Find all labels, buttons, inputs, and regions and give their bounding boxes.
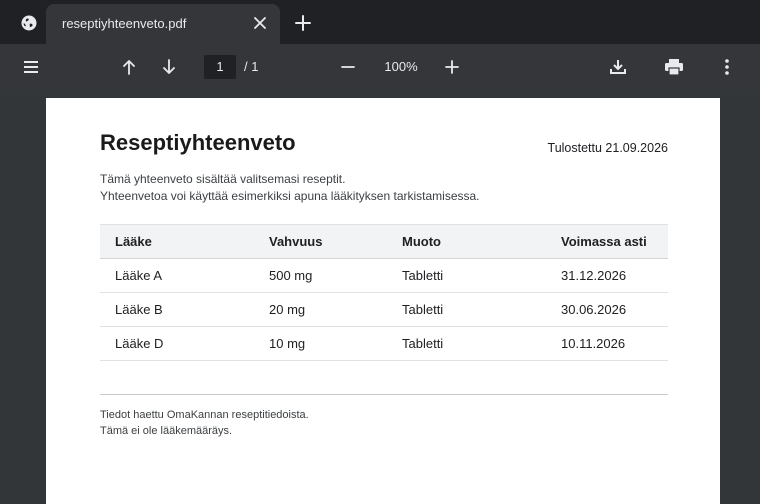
arrow-up-icon xyxy=(123,60,135,75)
medicine-strength: 10 mg xyxy=(254,326,387,361)
footnote-line: Tiedot haettu OmaKannan reseptitiedoista… xyxy=(100,409,309,421)
column-header-strength: Vahvuus xyxy=(254,224,387,259)
arrow-down-icon xyxy=(163,59,175,74)
previous-page-button[interactable] xyxy=(118,56,140,78)
pdf-toolbar: 1 / 1 100% xyxy=(0,44,760,90)
medicine-form: Tabletti xyxy=(387,292,546,327)
globe-icon xyxy=(21,15,37,31)
browser-tab-strip: reseptiyhteenveto.pdf xyxy=(0,0,760,44)
next-page-button[interactable] xyxy=(158,56,180,78)
download-button[interactable] xyxy=(607,56,629,78)
zoom-out-button[interactable] xyxy=(337,56,359,78)
footnote-line: Tämä ei ole lääkemääräys. xyxy=(100,425,233,437)
divider xyxy=(100,394,668,395)
medicine-form: Tabletti xyxy=(387,326,546,361)
table-row: Lääke D 10 mg Tabletti 10.11.2026 xyxy=(100,326,668,361)
table-header-row: Lääke Vahvuus Muoto Voimassa asti xyxy=(100,224,668,259)
medicine-strength: 20 mg xyxy=(254,292,387,327)
column-header-valid-until: Voimassa asti xyxy=(546,224,668,259)
menu-icon xyxy=(24,61,38,73)
table-row: Lääke A 500 mg Tabletti 31.12.2026 xyxy=(100,258,668,293)
zoom-in-button[interactable] xyxy=(441,56,463,78)
medicine-name: Lääke D xyxy=(100,326,254,361)
table-row: Lääke B 20 mg Tabletti 30.06.2026 xyxy=(100,292,668,327)
more-actions-button[interactable] xyxy=(716,56,738,78)
browser-tab[interactable]: reseptiyhteenveto.pdf xyxy=(46,4,280,44)
close-icon[interactable] xyxy=(252,15,268,31)
valid-until-date: 30.06.2026 xyxy=(546,292,668,327)
printed-date: Tulostettu 21.09.2026 xyxy=(547,141,668,155)
document-title: Reseptiyhteenveto xyxy=(100,130,296,155)
menu-button[interactable] xyxy=(20,56,42,78)
intro-text: Tämä yhteenveto sisältää valitsemasi res… xyxy=(100,171,480,205)
pdf-page: Reseptiyhteenveto Tulostettu 21.09.2026 … xyxy=(46,98,720,504)
medicine-form: Tabletti xyxy=(387,258,546,293)
intro-line: Yhteenvetoa voi käyttää esimerkiksi apun… xyxy=(100,189,480,203)
intro-line: Tämä yhteenveto sisältää valitsemasi res… xyxy=(100,172,346,186)
medicine-name: Lääke B xyxy=(100,292,254,327)
minus-icon xyxy=(341,66,355,68)
footnote: Tiedot haettu OmaKannan reseptitiedoista… xyxy=(100,407,309,439)
plus-icon[interactable] xyxy=(294,14,312,32)
tab-title: reseptiyhteenveto.pdf xyxy=(62,16,187,31)
more-vert-icon xyxy=(725,59,729,75)
plus-icon xyxy=(445,60,459,74)
prescription-table: Lääke Vahvuus Muoto Voimassa asti Lääke … xyxy=(100,224,668,361)
zoom-level[interactable]: 100% xyxy=(376,59,426,74)
column-header-medicine: Lääke xyxy=(100,224,254,259)
page-number-input[interactable]: 1 xyxy=(204,55,236,79)
page-total: / 1 xyxy=(244,59,259,74)
column-header-form: Muoto xyxy=(387,224,546,259)
medicine-strength: 500 mg xyxy=(254,258,387,293)
valid-until-date: 10.11.2026 xyxy=(546,326,668,361)
medicine-name: Lääke A xyxy=(100,258,254,293)
print-button[interactable] xyxy=(663,56,685,78)
valid-until-date: 31.12.2026 xyxy=(546,258,668,293)
print-icon xyxy=(665,59,683,76)
download-icon xyxy=(610,60,626,74)
